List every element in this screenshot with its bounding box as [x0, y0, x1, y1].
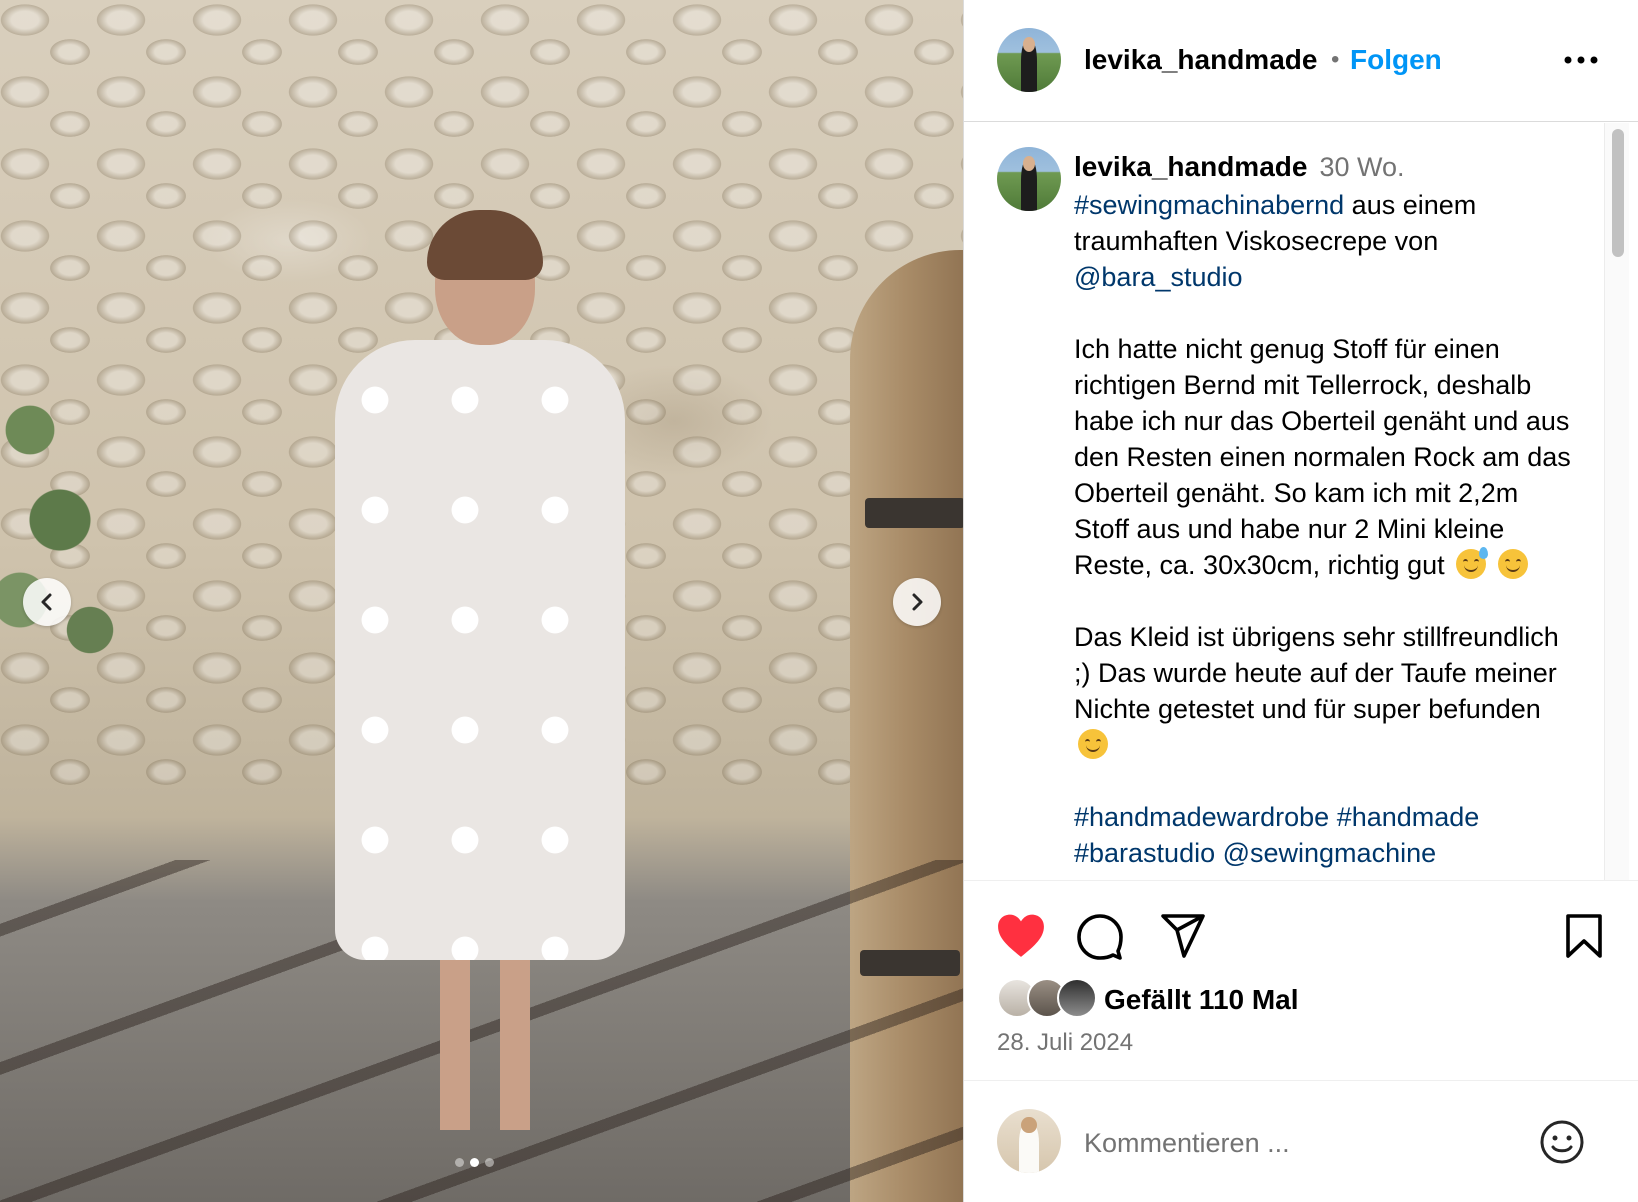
- caption-paragraph: Ich hatte nicht genug Stoff für einen ri…: [1074, 334, 1571, 580]
- share-icon: [1161, 914, 1205, 958]
- share-button[interactable]: [1160, 913, 1206, 959]
- door-hinge: [865, 498, 963, 528]
- bookmark-icon: [1566, 914, 1602, 958]
- liker-avatar: [1057, 978, 1097, 1018]
- more-options-button[interactable]: [1559, 42, 1603, 78]
- scrollbar-thumb[interactable]: [1612, 129, 1624, 257]
- caption-timestamp[interactable]: 30 Wo.: [1319, 152, 1404, 182]
- smiling-emoji-icon: [1078, 729, 1108, 759]
- caption-section[interactable]: levika_handmade 30 Wo. #sewingmachinabern…: [964, 123, 1604, 880]
- bookmark-button[interactable]: [1564, 913, 1604, 959]
- carousel-dot: [455, 1158, 464, 1167]
- hashtag-link[interactable]: #handmade: [1337, 802, 1480, 832]
- post-date[interactable]: 28. Juli 2024: [997, 1029, 1133, 1057]
- carousel-dot: [470, 1158, 479, 1167]
- author-avatar[interactable]: [997, 28, 1061, 92]
- comment-bar: [964, 1080, 1638, 1202]
- liker-avatars[interactable]: [997, 978, 1097, 1020]
- chevron-left-icon: [41, 593, 52, 611]
- more-icon: [1564, 56, 1598, 64]
- woman-in-floral-dress: [315, 210, 645, 1130]
- hashtag-link[interactable]: #sewingmachinabernd: [1074, 190, 1344, 220]
- current-user-avatar: [997, 1109, 1061, 1173]
- mention-link[interactable]: @bara_studio: [1074, 262, 1243, 292]
- carousel-next-button[interactable]: [893, 578, 941, 626]
- hashtag-link[interactable]: #handmadewardrobe: [1074, 802, 1329, 832]
- hashtag-link-cut[interactable]: #barastudio @sewingmachine: [1074, 838, 1436, 868]
- heart-icon: [998, 914, 1044, 957]
- emoji-icon: [1540, 1120, 1584, 1164]
- chevron-right-icon: [912, 593, 923, 611]
- smiling-emoji-icon: [1497, 549, 1528, 579]
- caption-text: #sewingmachinabernd aus einem traumhafte…: [1074, 187, 1574, 871]
- author-username[interactable]: levika_handmade: [1084, 44, 1317, 76]
- emoji-picker-button[interactable]: [1539, 1119, 1585, 1170]
- caption-username[interactable]: levika_handmade: [1074, 151, 1307, 182]
- carousel-prev-button[interactable]: [23, 578, 71, 626]
- post-header: levika_handmade • Folgen: [964, 0, 1638, 122]
- likes-count[interactable]: Gefällt 110 Mal: [1104, 984, 1299, 1016]
- like-button[interactable]: [996, 913, 1046, 959]
- grinning-sweat-emoji-icon: [1456, 547, 1489, 579]
- comment-icon: [1077, 914, 1123, 960]
- follow-button[interactable]: Folgen: [1350, 44, 1442, 76]
- header-separator: •: [1331, 46, 1340, 73]
- carousel-dot: [485, 1158, 494, 1167]
- post-actions: Gefällt 110 Mal 28. Juli 2024: [964, 880, 1638, 1080]
- caption-paragraph: Das Kleid ist übrigens sehr stillfreundl…: [1074, 622, 1559, 724]
- comment-input[interactable]: [1084, 1121, 1484, 1165]
- caption-author-avatar[interactable]: [997, 147, 1061, 211]
- post-side-panel: levika_handmade • Folgen levika_handmade…: [963, 0, 1638, 1202]
- caption-scrollbar[interactable]: [1604, 123, 1629, 880]
- comment-button[interactable]: [1076, 913, 1124, 961]
- caption-header: levika_handmade 30 Wo.: [1074, 151, 1405, 183]
- carousel-indicator: [455, 1158, 494, 1167]
- oleander-plant: [0, 370, 140, 690]
- post-photo[interactable]: [0, 0, 963, 1202]
